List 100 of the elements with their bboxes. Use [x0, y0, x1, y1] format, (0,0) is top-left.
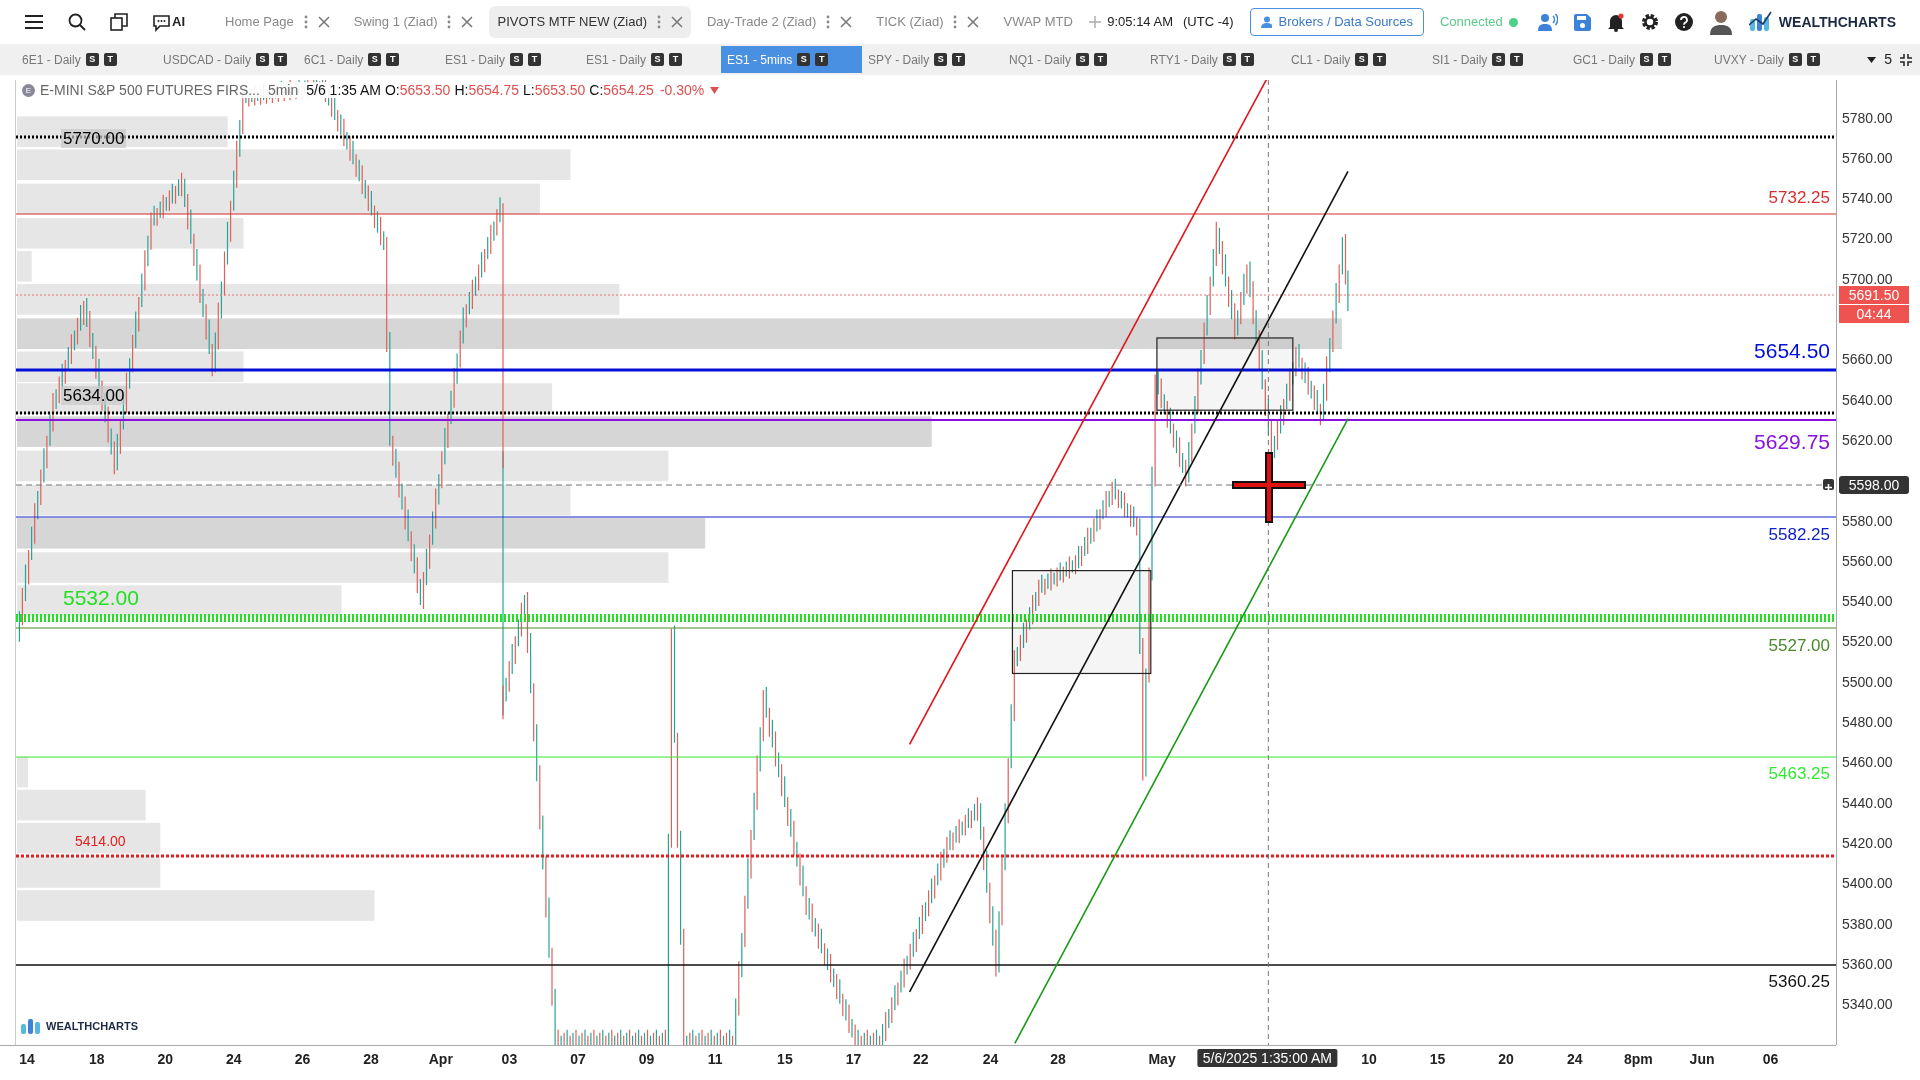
tab-badge[interactable]: S [797, 53, 811, 66]
tab-badge[interactable]: S [1788, 53, 1802, 66]
workspace-tab[interactable]: VWAP MTD [995, 6, 1081, 38]
tab-badge[interactable]: T [1806, 53, 1820, 66]
ai-chat-button[interactable]: AI [152, 12, 185, 32]
layout-count[interactable]: 5 [1884, 49, 1892, 70]
brokers-button[interactable]: Brokers / Data Sources [1249, 8, 1424, 36]
tab-badge[interactable]: T [1094, 53, 1107, 66]
workspace-tab[interactable]: PIVOTS MTF NEW (Ziad) [489, 6, 691, 38]
tab-badge[interactable]: T [815, 53, 829, 66]
plus-icon[interactable] [1823, 479, 1834, 490]
chart-tab[interactable]: CL1 - Daily S T [1285, 46, 1426, 73]
tab-badge[interactable]: S [256, 53, 269, 66]
tab-badge[interactable]: S [1355, 53, 1369, 66]
avatar-silhouette-icon[interactable] [1708, 9, 1733, 35]
brand-logo-text: WEALTHCHARTS [1778, 12, 1896, 32]
down-arrow-icon [710, 86, 720, 94]
tab-badge[interactable]: S [1640, 53, 1653, 66]
tab-badge[interactable]: T [386, 53, 400, 66]
caret-icon[interactable] [1867, 56, 1877, 63]
chart-tab[interactable]: GC1 - Daily S T [1567, 46, 1708, 73]
workspace-tab[interactable]: Swing 1 (Ziad) [345, 6, 482, 38]
user-broadcast-icon[interactable] [1537, 13, 1558, 31]
tab-badge[interactable]: T [1510, 53, 1524, 66]
tab-badge[interactable]: T [528, 53, 542, 66]
tab-badge[interactable]: T [1658, 53, 1671, 66]
axis-tick-label: 28 [1050, 1052, 1066, 1066]
tab-badge[interactable]: T [952, 53, 966, 66]
kebab-menu-icon[interactable] [303, 15, 308, 29]
chart-tab[interactable]: NQ1 - Daily S T [1003, 46, 1144, 73]
bar-countdown-label: 04:44 [1839, 305, 1909, 323]
tab-badge[interactable]: S [934, 53, 948, 66]
close-icon[interactable] [967, 16, 980, 28]
kebab-menu-icon[interactable] [656, 15, 661, 29]
notification-bell-icon[interactable] [1606, 12, 1625, 32]
tab-badge[interactable]: T [274, 53, 287, 66]
axis-tick-label: 17 [845, 1052, 862, 1066]
axis-tick-label: 06 [1762, 1052, 1779, 1066]
tab-badge[interactable]: S [510, 53, 524, 66]
kebab-menu-icon[interactable] [953, 15, 958, 29]
tab-badge[interactable]: S [85, 53, 99, 66]
chart-tab[interactable]: UVXY - Daily S T [1708, 46, 1849, 73]
axis-tick-label: 5720.00 [1842, 231, 1893, 246]
axis-tick-label: 5560.00 [1842, 553, 1893, 568]
chart-tab[interactable]: ES1 - Daily S T [580, 46, 721, 73]
tab-badge[interactable]: S [368, 53, 382, 66]
workspace-tab[interactable]: TICK (Ziad) [868, 6, 988, 38]
tab-badge[interactable]: S [1076, 53, 1089, 66]
menu-icon[interactable] [24, 14, 44, 30]
kebab-menu-icon[interactable] [447, 15, 452, 29]
help-icon[interactable] [1674, 13, 1693, 31]
chart-tab[interactable]: SPY - Daily S T [862, 46, 1003, 73]
axis-tick-label: 24 [1566, 1052, 1583, 1066]
chart-tab[interactable]: RTY1 - Daily S T [1144, 46, 1285, 73]
chart-logo-text: WEALTHCHARTS [46, 1020, 139, 1032]
axis-tick-label: 5620.00 [1842, 432, 1893, 447]
chart-tab[interactable]: USDCAD - Daily S T [157, 46, 298, 73]
search-icon[interactable] [68, 13, 86, 31]
chart-tab[interactable]: 6E1 - Daily S T [16, 46, 157, 73]
tab-badge[interactable]: T [1240, 53, 1254, 66]
chart-tab[interactable]: 6C1 - Daily S T [298, 46, 439, 73]
crosshair-time-label: 5/6/2025 1:35:00 AM [1197, 1049, 1337, 1067]
close-icon[interactable] [840, 16, 853, 28]
status-dot [1508, 17, 1518, 27]
axis-tick-label: 5360.00 [1842, 956, 1893, 971]
tab-badge[interactable]: S [1492, 53, 1506, 66]
copy-icon[interactable] [110, 13, 128, 31]
kebab-menu-icon[interactable] [826, 15, 831, 29]
price-level-label: 5414.00 [75, 834, 126, 848]
save-icon[interactable] [1573, 13, 1591, 31]
ohlc-label: H: [454, 83, 469, 97]
axis-tick-label: 5500.00 [1842, 674, 1893, 689]
tab-badge[interactable]: S [651, 53, 665, 66]
ohlc-label: C: [589, 83, 604, 97]
chart-tab[interactable]: SI1 - Daily S T [1426, 46, 1567, 73]
tab-badge[interactable]: T [1373, 53, 1387, 66]
price-level-label: 5527.00 [1768, 636, 1830, 654]
axis-tick-label: 5700.00 [1842, 271, 1893, 286]
axis-tick-label: 07 [570, 1052, 586, 1066]
axis-tick-label: Apr [428, 1052, 453, 1066]
tab-badge[interactable]: T [103, 53, 117, 66]
workspace-tab[interactable]: Day-Trade 2 (Ziad) [698, 6, 861, 38]
close-icon[interactable] [317, 16, 330, 28]
workspace-tab[interactable]: Home Page [217, 6, 338, 38]
settings-icon[interactable] [1640, 13, 1659, 31]
axis-tick-label: 5380.00 [1842, 916, 1893, 931]
chart-tab[interactable]: ES1 - 5mins S T [721, 46, 862, 73]
close-icon[interactable] [670, 16, 683, 28]
chart-tab[interactable]: ES1 - Daily S T [439, 46, 580, 73]
axis-tick-label: 5420.00 [1842, 835, 1893, 850]
collapse-icon[interactable] [1900, 53, 1912, 66]
axis-tick-label: 5480.00 [1842, 715, 1893, 729]
tab-badge[interactable]: T [669, 53, 683, 66]
close-icon[interactable] [461, 16, 474, 28]
ohlc-value: 5654.75 [468, 83, 519, 97]
tab-badge[interactable]: S [1222, 53, 1236, 66]
axis-tick-label: 22 [913, 1052, 929, 1066]
volume-profile-bar [17, 251, 32, 282]
axis-tick-label: 5460.00 [1842, 755, 1893, 770]
ohlc-value: 5653.50 [399, 83, 451, 97]
